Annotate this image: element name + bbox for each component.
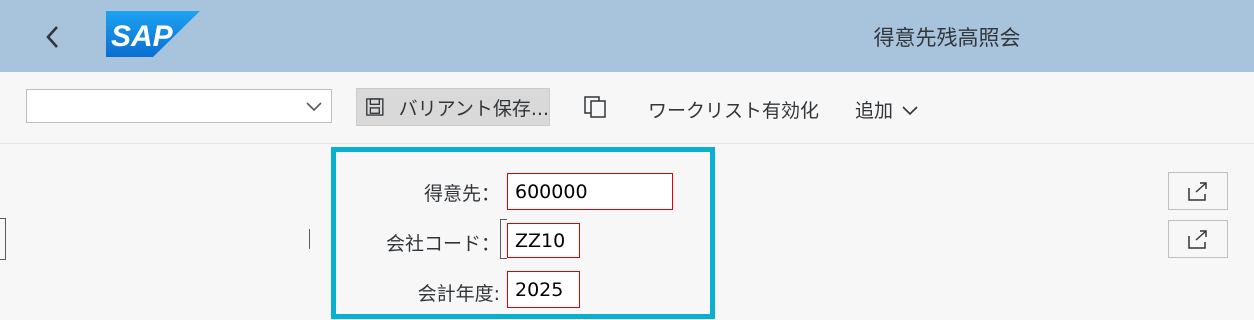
save-variant-label: バリアント保存... [398, 97, 549, 120]
shell-bar: SAP 得意先残高照会 [0, 0, 1254, 72]
save-variant-button[interactable]: バリアント保存... [356, 88, 550, 126]
open-external-icon [1188, 230, 1207, 249]
fiscal-year-label: 会計年度: [417, 283, 500, 305]
chevron-down-icon [902, 105, 918, 115]
open-company-code-button[interactable] [1168, 220, 1228, 258]
company-code-label: 会社コード： [385, 233, 500, 255]
text-cursor-divider [309, 229, 310, 249]
add-menu-button[interactable]: 追加 [855, 96, 919, 123]
toolbar: バリアント保存... ワークリスト有効化 追加 [0, 72, 1254, 144]
company-code-bracket [500, 219, 507, 259]
chevron-down-icon [306, 102, 322, 112]
customer-field[interactable]: 600000 [507, 173, 673, 210]
company-code-field[interactable]: ZZ10 [507, 223, 580, 258]
open-external-icon [1188, 182, 1207, 201]
add-label: 追加 [855, 100, 894, 122]
worklist-activate-button[interactable]: ワークリスト有効化 [648, 96, 819, 123]
page-title: 得意先残高照会 [873, 26, 1021, 50]
variant-select[interactable] [26, 89, 332, 123]
svg-text:SAP: SAP [111, 20, 174, 53]
open-customer-button[interactable] [1168, 172, 1228, 210]
sap-logo[interactable]: SAP [106, 11, 200, 57]
left-bracket [0, 218, 6, 260]
customer-label: 得意先： [423, 183, 500, 205]
sap-logo-icon: SAP [106, 11, 200, 57]
chevron-left-icon [46, 26, 58, 48]
save-icon [366, 98, 384, 116]
copy-icon[interactable] [582, 94, 608, 120]
fiscal-year-field[interactable]: 2025 [507, 271, 580, 308]
back-button[interactable] [38, 20, 68, 54]
